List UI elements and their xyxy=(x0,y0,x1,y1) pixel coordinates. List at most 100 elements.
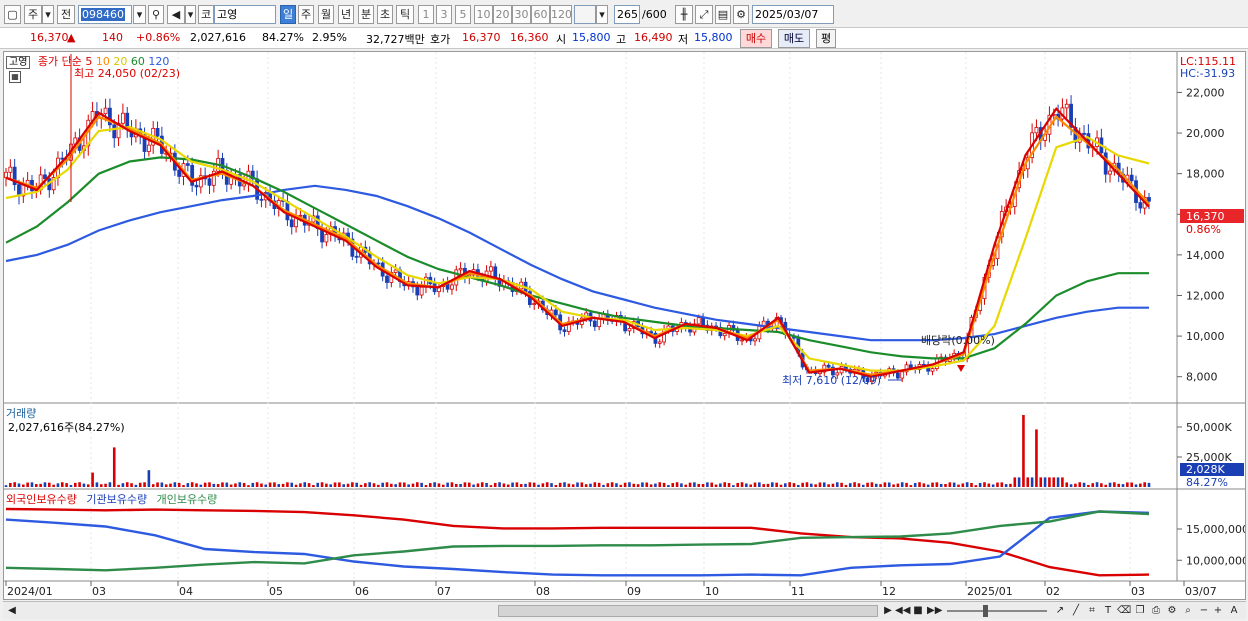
volume-bar xyxy=(1108,482,1112,487)
volume-bar xyxy=(173,482,177,487)
code-dropdown-chevron-icon[interactable]: ▾ xyxy=(133,5,146,24)
period-week[interactable]: 주 xyxy=(298,5,314,24)
font-size-icon[interactable]: A xyxy=(1227,604,1241,618)
magnify-icon[interactable]: ⌕ xyxy=(1181,604,1195,618)
date-input[interactable]: 2025/03/07 xyxy=(752,5,834,24)
open-label: 시 xyxy=(556,33,567,46)
volume-bar xyxy=(615,483,618,487)
period-minute[interactable]: 분 xyxy=(358,5,374,24)
volume-bar xyxy=(749,484,752,487)
period-second[interactable]: 초 xyxy=(377,5,393,24)
count-input[interactable]: 265 xyxy=(614,5,640,24)
period-tick[interactable]: 틱 xyxy=(396,5,414,24)
volume-bar xyxy=(870,482,874,487)
candle-body xyxy=(753,338,757,342)
chart-canvas[interactable]: 최고 24,050 (02/23) 최저 7,610 (12/09) 배당락(0… xyxy=(4,52,1245,599)
volume-bar xyxy=(467,482,471,487)
candle-body xyxy=(1147,197,1151,202)
text-tool-icon[interactable]: T xyxy=(1101,604,1115,618)
scroll-left-icon[interactable]: ◀ xyxy=(5,604,19,618)
arrow-icon[interactable]: ↗ xyxy=(1053,604,1067,618)
interval-5[interactable]: 5 xyxy=(455,5,471,24)
stock-code-input[interactable]: 098460 xyxy=(78,5,132,24)
chart-scroll-bar[interactable]: ◀ ▶ ◀◀ ■ ▶▶ ↗ ╱ ⌗ T ⌫ ❐ ⎙ ⚙ ⌕ − + A xyxy=(3,601,1246,619)
indicator-icon[interactable]: ⤢ xyxy=(695,5,713,24)
stop-icon[interactable]: ■ xyxy=(911,604,925,618)
zoom-slider-track[interactable] xyxy=(947,610,1047,612)
scroll-thumb[interactable] xyxy=(498,605,878,617)
volume-bar xyxy=(511,482,514,487)
volume-bar xyxy=(680,483,683,487)
volume-bar xyxy=(325,483,328,487)
play-icon[interactable]: ▶ xyxy=(881,604,895,618)
zoom-out-icon[interactable]: − xyxy=(1197,604,1211,618)
interval-3[interactable]: 3 xyxy=(436,5,452,24)
interval-120[interactable]: 120 xyxy=(550,5,572,24)
candle-body xyxy=(8,166,13,173)
interval-30[interactable]: 30 xyxy=(512,5,531,24)
period-year[interactable]: 년 xyxy=(338,5,354,24)
ma-period-60: 60 xyxy=(130,55,145,68)
volume-bar xyxy=(35,484,38,487)
settings-small-icon[interactable]: ⚙ xyxy=(1165,604,1179,618)
gear-icon[interactable]: ⚙ xyxy=(733,5,749,24)
candle-body xyxy=(532,303,537,305)
volume-bar xyxy=(130,483,133,487)
interval-10[interactable]: 10 xyxy=(474,5,493,24)
volume-bar xyxy=(251,482,255,487)
volume-bar xyxy=(671,483,675,487)
volume-bar xyxy=(753,482,757,487)
volume-bar xyxy=(944,483,947,487)
price-tick-label: 18,000 xyxy=(1186,168,1225,181)
period-month[interactable]: 월 xyxy=(318,5,334,24)
copy-icon[interactable]: ❐ xyxy=(1133,604,1147,618)
period-day[interactable]: 일 xyxy=(280,5,296,24)
delete-tool-icon[interactable]: ⌫ xyxy=(1117,604,1131,618)
interval-chevron-icon[interactable]: ▾ xyxy=(596,5,608,24)
ma-label: 종가 단순 xyxy=(37,55,82,68)
prev-button[interactable]: 전 xyxy=(57,5,75,24)
interval-60[interactable]: 60 xyxy=(531,5,550,24)
volume-bar xyxy=(493,482,497,487)
x-axis-label: 06 xyxy=(355,585,369,598)
buy-button[interactable]: 매수 xyxy=(740,29,772,48)
volume-bar xyxy=(1117,483,1120,487)
interval-custom-input[interactable] xyxy=(574,5,596,24)
price-tick-label: 8,000 xyxy=(1186,371,1218,384)
fib-tool-icon[interactable]: ⌗ xyxy=(1085,604,1099,618)
save-icon[interactable]: ▤ xyxy=(715,5,731,24)
candle-body xyxy=(740,339,744,342)
speaker-chevron-icon[interactable]: ▾ xyxy=(185,5,196,24)
zoom-in-icon[interactable]: + xyxy=(1211,604,1225,618)
price-panel-tag[interactable]: 고영 xyxy=(6,56,31,69)
line-tool-icon[interactable]: ╱ xyxy=(1069,604,1083,618)
interval-20[interactable]: 20 xyxy=(493,5,512,24)
volume-bar xyxy=(866,482,869,487)
sell-button[interactable]: 매도 xyxy=(778,29,810,48)
price-tick-label: 20,000 xyxy=(1186,127,1225,140)
print-icon[interactable]: ⎙ xyxy=(1149,604,1163,618)
candle-icon[interactable]: ╫ xyxy=(675,5,693,24)
calculator-icon[interactable]: ▦ xyxy=(9,71,21,83)
toolbar: ▢ 주 ▾ 전 098460 ▾ ⚲ ◀ ▾ 코 고영 일 주 월 년 분 초 … xyxy=(0,0,1248,28)
zoom-slider-handle[interactable] xyxy=(983,605,988,617)
next-frame-icon[interactable]: ▶▶ xyxy=(927,604,942,618)
eval-button[interactable]: 평 xyxy=(816,29,836,48)
window-layout-icon[interactable]: ▢ xyxy=(4,5,21,24)
volume-bar xyxy=(502,483,506,487)
volume-bar xyxy=(1143,482,1146,487)
interval-1[interactable]: 1 xyxy=(418,5,434,24)
volume-bar xyxy=(121,483,125,487)
volume-bar xyxy=(532,482,536,487)
market-chevron-down-icon[interactable]: ▾ xyxy=(42,5,54,24)
volume-bar xyxy=(489,485,493,487)
volume-bar xyxy=(1100,483,1103,487)
chart-area[interactable]: 최고 24,050 (02/23) 최저 7,610 (12/09) 배당락(0… xyxy=(3,51,1246,600)
volume-bar xyxy=(355,482,358,487)
search-icon[interactable]: ⚲ xyxy=(148,5,164,24)
prev-frame-icon[interactable]: ◀◀ xyxy=(895,604,910,618)
volume-bar xyxy=(723,482,727,487)
speaker-icon[interactable]: ◀ xyxy=(167,5,185,24)
market-select[interactable]: 주 xyxy=(24,5,42,24)
stock-name-input[interactable]: 고영 xyxy=(214,5,276,24)
